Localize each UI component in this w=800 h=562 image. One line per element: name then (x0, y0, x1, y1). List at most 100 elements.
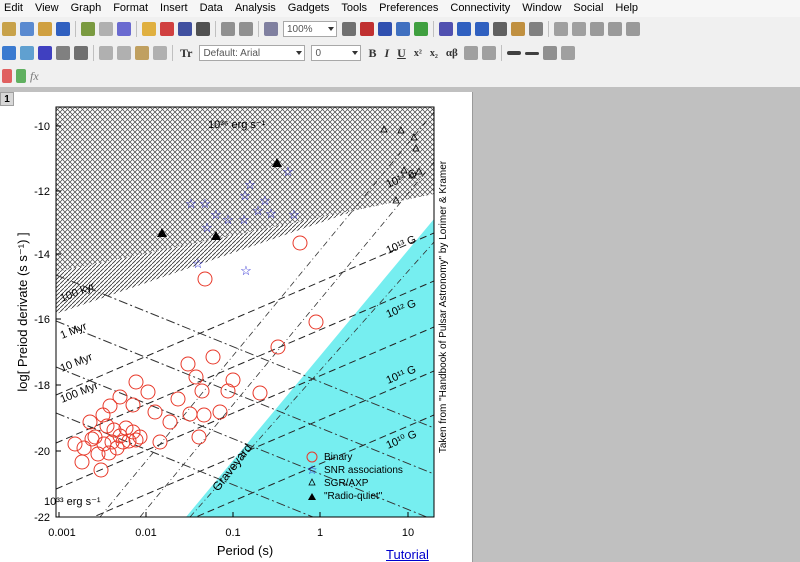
tutorial-link[interactable]: Tutorial (386, 547, 429, 562)
font-combo[interactable]: Default: Arial (199, 45, 306, 61)
line-style-icon[interactable] (524, 51, 539, 55)
new-function-icon[interactable] (117, 22, 131, 36)
open-icon[interactable] (142, 22, 156, 36)
menu-social[interactable]: Social (567, 0, 609, 17)
svg-text:☆: ☆ (201, 220, 213, 235)
paste-icon[interactable] (135, 46, 149, 60)
edot-top-label: 10³⁶ erg s⁻¹ (208, 119, 266, 131)
apps-icon[interactable] (529, 22, 543, 36)
new-layout-icon[interactable] (81, 22, 95, 36)
greek-icon[interactable]: αβ (446, 47, 458, 59)
toolbar-separator (93, 45, 94, 61)
command-window-icon[interactable] (493, 22, 507, 36)
menu-tools[interactable]: Tools (335, 0, 373, 17)
new-graph-icon[interactable] (56, 22, 70, 36)
check-icon[interactable] (2, 69, 12, 83)
save-project-icon[interactable] (178, 22, 192, 36)
y-tick-labels: -10 -12 -14 -16 -18 -20 -22 (34, 121, 50, 524)
cut-icon[interactable] (99, 46, 113, 60)
formula-toolbar: fx (0, 65, 800, 87)
save-template-icon[interactable] (196, 22, 210, 36)
workbook-icon[interactable] (2, 46, 16, 60)
svg-text:☆: ☆ (185, 196, 197, 211)
increase-font-icon[interactable] (463, 46, 478, 60)
decrease-font-icon[interactable] (481, 46, 496, 60)
zoom-value: 100% (287, 23, 313, 35)
menu-insert[interactable]: Insert (154, 0, 194, 17)
underline-icon[interactable]: U (397, 46, 406, 61)
bold-icon[interactable]: B (368, 46, 376, 61)
new-project-icon[interactable] (2, 22, 16, 36)
results-log-icon[interactable] (396, 22, 410, 36)
font-icon: Tr (180, 45, 193, 60)
chevron-down-icon (352, 51, 359, 55)
sum-icon[interactable] (572, 22, 586, 36)
toolbar-separator (548, 21, 549, 37)
format-toolbar: Tr Default: Arial 0 B I U x² x₂ αβ (0, 41, 800, 65)
menu-data[interactable]: Data (194, 0, 229, 17)
duplicate-icon[interactable] (264, 22, 278, 36)
messages-icon[interactable] (475, 22, 489, 36)
y-tick-label: -16 (34, 314, 50, 326)
code-builder-icon[interactable] (414, 22, 428, 36)
pencil-icon[interactable] (16, 69, 26, 83)
menu-gadgets[interactable]: Gadgets (282, 0, 336, 17)
copy-icon[interactable] (117, 46, 131, 60)
menu-analysis[interactable]: Analysis (229, 0, 282, 17)
more-charts-icon[interactable] (626, 22, 640, 36)
x-tick-label: 0.001 (48, 527, 76, 539)
new-matrix-icon[interactable] (38, 22, 52, 36)
quick-help-icon[interactable] (511, 22, 525, 36)
menu-edit[interactable]: Edit (0, 0, 29, 17)
menu-help[interactable]: Help (609, 0, 644, 17)
x-tick-label: 1 (317, 527, 323, 539)
graph-icon[interactable] (38, 46, 52, 60)
y-axis-title: log[ Preiod derivate (s s⁻¹) ] (15, 232, 30, 391)
bar-chart-icon[interactable] (608, 22, 622, 36)
toolbar-separator (215, 21, 216, 37)
line-color-icon[interactable] (506, 51, 521, 55)
ppdot-plot[interactable]: -10 -12 -14 -16 -18 -20 -22 0.001 0.01 0… (0, 92, 472, 562)
graph-window[interactable]: 1 -10 -12 -14 -16 -18 -20 -22 0.001 0.01… (0, 92, 473, 562)
format-painter-icon[interactable] (153, 46, 167, 60)
menu-connectivity[interactable]: Connectivity (444, 0, 516, 17)
pattern-icon[interactable] (560, 46, 575, 60)
toolbar-separator (172, 45, 173, 61)
import-icon[interactable] (221, 22, 235, 36)
menu-graph[interactable]: Graph (65, 0, 108, 17)
print-icon[interactable] (342, 22, 356, 36)
edot-bottom-label: 10³³ erg s⁻¹ (44, 496, 101, 508)
matrix-icon[interactable] (20, 46, 34, 60)
statistics-icon[interactable] (554, 22, 568, 36)
svg-text:☆: ☆ (222, 212, 234, 227)
font-size-combo[interactable]: 0 (311, 45, 362, 61)
italic-icon[interactable]: I (384, 46, 389, 61)
export-graph-icon[interactable] (360, 22, 374, 36)
menu-window[interactable]: Window (516, 0, 567, 17)
fill-color-icon[interactable] (542, 46, 557, 60)
x-tick-label: 10 (402, 527, 414, 539)
font-size-value: 0 (315, 47, 322, 59)
menu-view[interactable]: View (29, 0, 65, 17)
svg-text:☆: ☆ (238, 212, 250, 227)
project-explorer-icon[interactable] (439, 22, 453, 36)
svg-text:☆: ☆ (199, 196, 211, 211)
column-chart-icon[interactable] (590, 22, 604, 36)
menu-format[interactable]: Format (107, 0, 154, 17)
results-icon[interactable] (457, 22, 471, 36)
subscript-icon[interactable]: x₂ (430, 48, 438, 59)
y-tick-label: -14 (34, 249, 50, 261)
svg-text:☆: ☆ (282, 164, 294, 179)
superscript-icon[interactable]: x² (414, 48, 422, 59)
new-workbook-icon[interactable] (20, 22, 34, 36)
toolbar-separator (433, 21, 434, 37)
open-template-icon[interactable] (160, 22, 174, 36)
refresh-icon[interactable] (239, 22, 253, 36)
rescale-icon[interactable] (74, 46, 88, 60)
zoom-combo[interactable]: 100% (283, 21, 337, 37)
function-icon[interactable]: fx (30, 69, 39, 84)
copy-page-icon[interactable] (378, 22, 392, 36)
new-notes-icon[interactable] (99, 22, 113, 36)
layer-icon[interactable] (56, 46, 70, 60)
menu-preferences[interactable]: Preferences (373, 0, 444, 17)
